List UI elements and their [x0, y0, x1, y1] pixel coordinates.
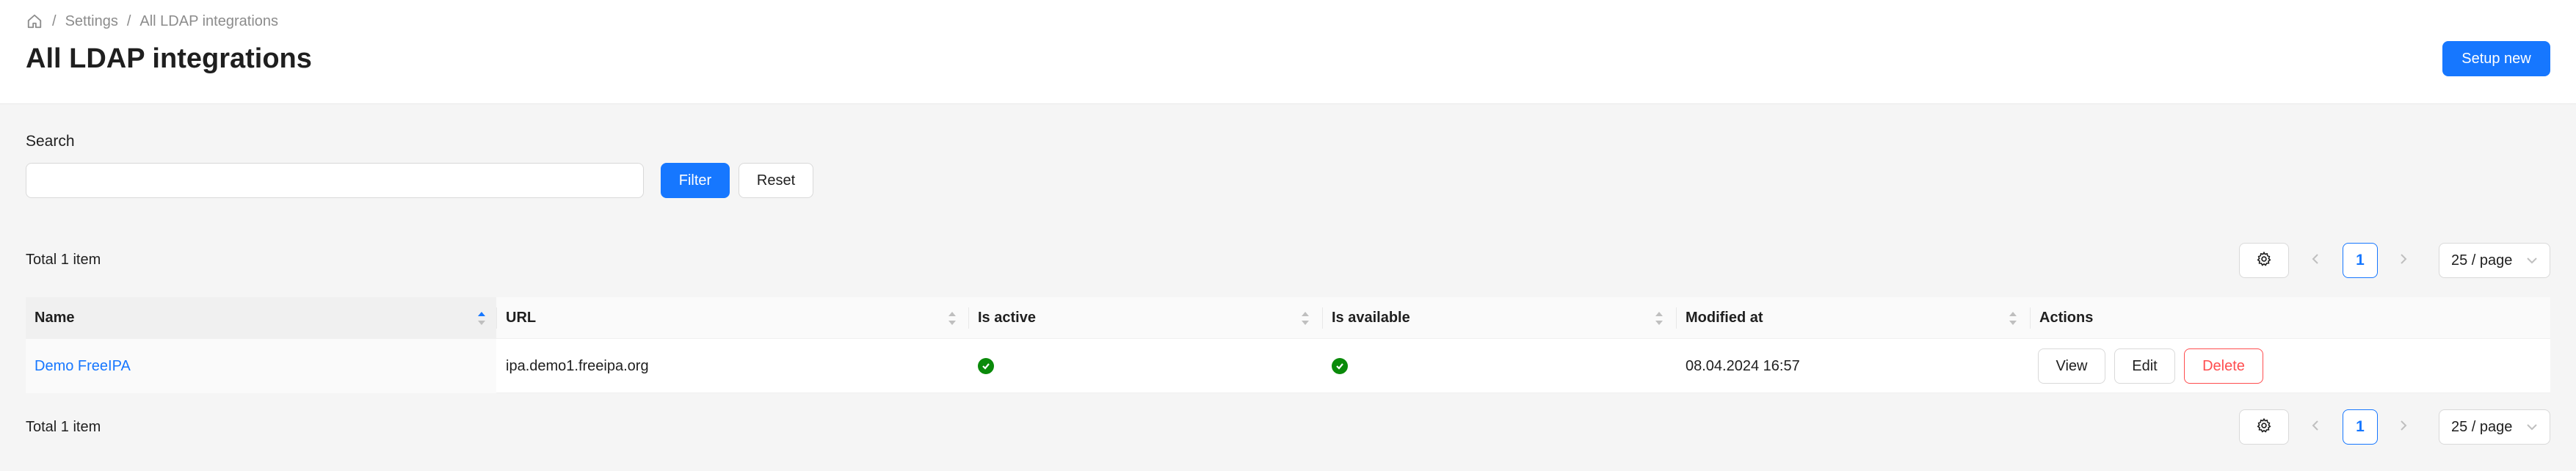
page-size-select[interactable]: 25 / page [2439, 243, 2550, 278]
cell-name: Demo FreeIPA [26, 339, 496, 393]
home-icon[interactable] [26, 12, 43, 30]
chevron-right-icon [2398, 420, 2409, 435]
cell-actions [2031, 339, 2550, 393]
search-input[interactable] [26, 163, 644, 198]
cell-is-available [1323, 339, 1676, 393]
gear-icon [2256, 251, 2272, 271]
cell-is-active [969, 339, 1322, 393]
page-size-select[interactable]: 25 / page [2439, 409, 2550, 445]
breadcrumb-current: All LDAP integrations [139, 12, 279, 29]
column-header-modified-at[interactable]: Modified at [1677, 297, 2030, 339]
sort-icon-url[interactable] [947, 310, 957, 326]
setup-new-button[interactable]: Setup new [2442, 41, 2550, 76]
sort-icon-is-available[interactable] [1654, 310, 1664, 326]
cell-url: ipa.demo1.freeipa.org [506, 357, 649, 374]
sort-icon-is-active[interactable] [1300, 310, 1310, 326]
chevron-down-icon [2526, 252, 2538, 269]
next-page-button[interactable] [2390, 409, 2417, 445]
page-1-button[interactable]: 1 [2343, 409, 2378, 445]
integration-name-link[interactable]: Demo FreeIPA [35, 358, 131, 375]
column-header-is-active[interactable]: Is active [969, 297, 1322, 339]
reset-button[interactable]: Reset [739, 163, 813, 198]
ldap-table: Name URL Is active Is available Modified… [26, 297, 2550, 393]
page-size-value: 25 / page [2451, 252, 2513, 269]
table-header: Name URL Is active Is available Modified… [26, 297, 2550, 339]
page-title: All LDAP integrations [26, 43, 312, 74]
chevron-right-icon [2398, 253, 2409, 269]
table-row: Demo FreeIPA ipa.demo1.freeipa.org 08.04… [26, 339, 2550, 393]
settings-button[interactable] [2239, 243, 2289, 278]
edit-button[interactable]: Edit [2114, 348, 2175, 384]
settings-button[interactable] [2239, 409, 2289, 445]
page-1-button[interactable]: 1 [2343, 243, 2378, 278]
chevron-left-icon [2310, 420, 2321, 435]
check-circle-icon [978, 358, 994, 374]
search-label: Search [26, 133, 75, 150]
column-header-name[interactable]: Name [26, 297, 496, 339]
sort-icon-name[interactable] [476, 310, 487, 326]
pagination-bottom: 1 25 / page [0, 409, 2576, 445]
delete-button[interactable]: Delete [2184, 348, 2263, 384]
sort-icon-modified-at[interactable] [2008, 310, 2018, 326]
column-header-actions: Actions [2039, 310, 2094, 326]
chevron-left-icon [2310, 253, 2321, 269]
gear-icon [2256, 417, 2272, 437]
column-header-is-available[interactable]: Is available [1323, 297, 1676, 339]
check-circle-icon [1332, 358, 1348, 374]
chevron-down-icon [2526, 419, 2538, 436]
view-button[interactable]: View [2038, 348, 2105, 384]
breadcrumb-separator: / [52, 12, 57, 29]
next-page-button[interactable] [2390, 243, 2417, 278]
pagination-top: 1 25 / page [0, 243, 2576, 278]
breadcrumb-settings[interactable]: Settings [65, 13, 118, 30]
column-header-url[interactable]: URL [497, 297, 968, 339]
filter-button[interactable]: Filter [661, 163, 730, 198]
cell-modified-at: 08.04.2024 16:57 [1686, 357, 1800, 374]
breadcrumb-separator: / [126, 12, 131, 29]
page-header: / Settings / All LDAP integrations All L… [0, 0, 2576, 104]
breadcrumb: / Settings / All LDAP integrations [26, 10, 278, 32]
prev-page-button[interactable] [2302, 243, 2329, 278]
prev-page-button[interactable] [2302, 409, 2329, 445]
page-size-value: 25 / page [2451, 418, 2513, 435]
